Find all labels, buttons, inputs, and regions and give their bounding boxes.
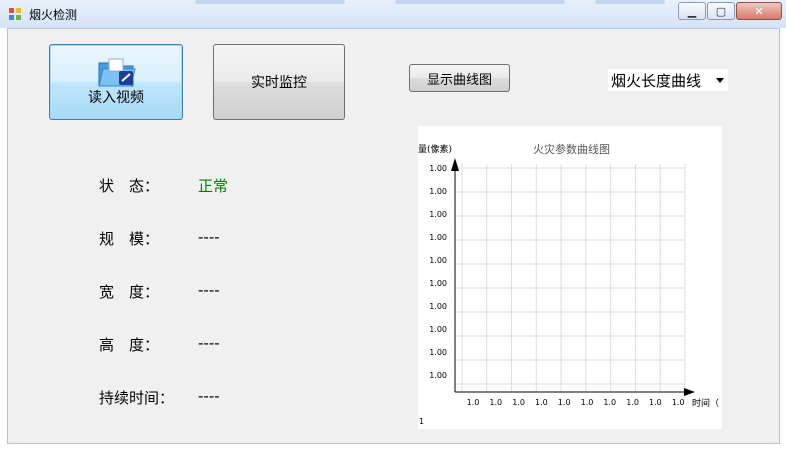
title-bar: 烟火检测 ▁ ▢ ✕ [0, 0, 786, 28]
x-tick-label: 1.0 [626, 398, 639, 407]
duration-label: 持续时间： [99, 389, 175, 407]
y-tick-label: 1.00 [429, 371, 447, 380]
x-tick-label: 1.0 [672, 398, 685, 407]
main-panel: 读入视频 实时监控 显示曲线图 烟火长度曲线 状 态： 正常 规 模： ----… [7, 28, 780, 444]
window-controls: ▁ ▢ ✕ [677, 2, 782, 20]
chart-canvas: 火灾参数曲线图 量(像素) 时间（ 1 1.00 1.00 1.00 1.00 1.00 1.00… [418, 142, 719, 426]
fire-parameter-chart: 火灾参数曲线图 量(像素) 时间（ 1 1.00 1.00 1.00 1.00 1.00 1.00… [418, 126, 722, 429]
window-title: 烟火检测 [29, 8, 78, 22]
x-tick-label: 1.0 [558, 398, 571, 407]
duration-value: ---- [198, 387, 220, 405]
status-label: 状 态： [99, 177, 160, 195]
y-axis-label: 量(像素) [418, 143, 452, 155]
x-tick-label: 1.0 [535, 398, 548, 407]
height-label: 高 度： [99, 336, 160, 354]
height-value: ---- [198, 334, 220, 352]
x-tick-label: 1.0 [467, 398, 480, 407]
x-axis-arrow [684, 388, 695, 396]
y-tick-label: 1.00 [429, 325, 447, 334]
live-monitor-button[interactable]: 实时监控 [213, 44, 345, 120]
read-video-button[interactable]: 读入视频 [49, 44, 183, 120]
x-tick-label: 1.0 [649, 398, 662, 407]
title-decoration [395, 0, 565, 4]
y-tick-label: 1.00 [429, 302, 447, 311]
width-value: ---- [198, 281, 220, 299]
y-tick-label: 1.00 [429, 210, 447, 219]
scale-label: 规 模： [99, 230, 160, 248]
folder-icon [98, 58, 136, 87]
minimize-icon[interactable]: ▁ [678, 2, 706, 20]
y-tick-label: 1.00 [429, 233, 447, 242]
y-tick-label: 1.00 [429, 256, 447, 265]
close-icon[interactable]: ✕ [736, 2, 782, 20]
x-tick-label: 1.0 [581, 398, 594, 407]
title-decoration [195, 0, 345, 4]
y-tick-label: 1.00 [429, 279, 447, 288]
x-tick-label: 1.0 [489, 398, 502, 407]
x-axis-label: 时间（ [692, 397, 719, 409]
read-video-label: 读入视频 [88, 90, 144, 106]
status-value: 正常 [198, 177, 229, 195]
maximize-icon[interactable]: ▢ [707, 2, 735, 20]
scale-value: ---- [198, 228, 220, 246]
dropdown-arrow-icon [716, 78, 724, 83]
chart-title: 火灾参数曲线图 [533, 142, 610, 156]
y-axis-arrow [451, 158, 459, 171]
y-tick-label: 1.00 [429, 187, 447, 196]
curve-type-select[interactable]: 烟火长度曲线 [608, 69, 728, 91]
show-curve-button[interactable]: 显示曲线图 [409, 64, 510, 92]
y-tick-label: 1.00 [429, 348, 447, 357]
width-label: 宽 度： [99, 283, 160, 301]
y-tick-label: 1.00 [429, 164, 447, 173]
corner-label: 1 [419, 417, 424, 426]
app-icon [9, 8, 21, 20]
title-decoration [595, 0, 665, 4]
curve-type-value: 烟火长度曲线 [611, 71, 702, 90]
x-tick-label: 1.0 [512, 398, 525, 407]
x-tick-label: 1.0 [603, 398, 616, 407]
